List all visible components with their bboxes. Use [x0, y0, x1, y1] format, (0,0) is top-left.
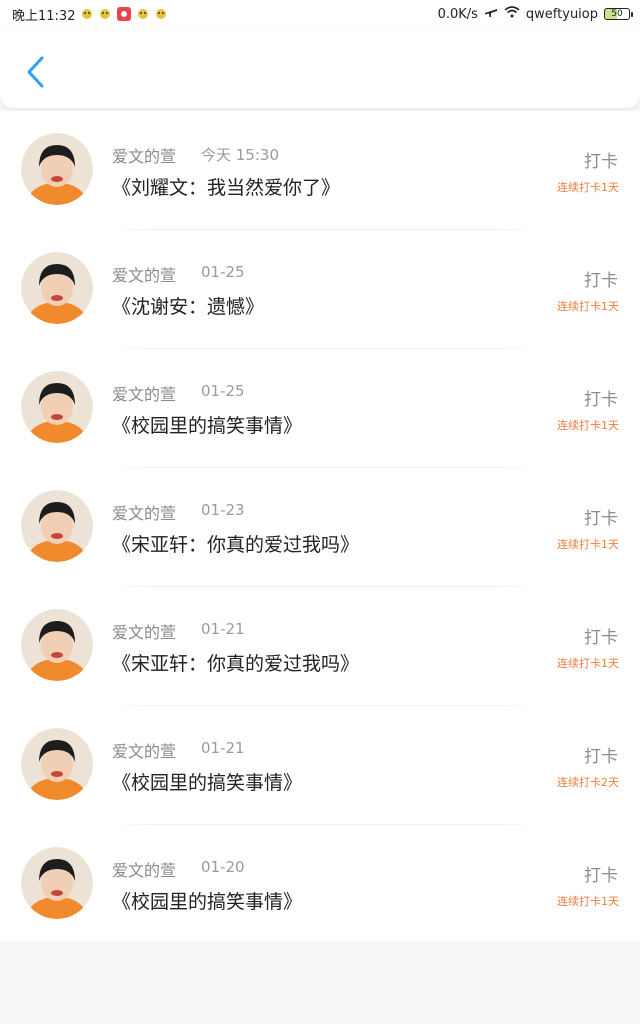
status-bar-left: 晚上11:32 — [12, 5, 167, 24]
notification-icon — [99, 8, 111, 20]
record-date: 01-20 — [201, 858, 245, 876]
list-item[interactable]: 爱文的萱 01-21 《宋亚轩：你真的爱过我吗》 打卡 连续打卡1天 — [0, 587, 640, 706]
wifi-icon — [504, 6, 520, 22]
author-name: 爱文的萱 — [112, 623, 177, 642]
app-notification-icon — [117, 7, 132, 21]
record-date: 01-25 — [201, 382, 245, 400]
book-title: 《校园里的搞笑事情》 — [112, 891, 303, 913]
author-name: 爱文的萱 — [112, 266, 177, 285]
carrier-name: qweftyuiop — [525, 6, 598, 22]
streak-badge: 连续打卡1天 — [557, 657, 619, 670]
battery-level: 50 — [611, 8, 623, 19]
checkin-label: 打卡 — [584, 509, 618, 529]
record-date: 今天 15:30 — [201, 146, 279, 164]
list-item[interactable]: 爱文的萱 01-25 《校园里的搞笑事情》 打卡 连续打卡1天 — [0, 349, 640, 468]
streak-badge: 连续打卡2天 — [557, 776, 619, 789]
checkin-label: 打卡 — [584, 866, 618, 886]
book-title: 《宋亚轩：你真的爱过我吗》 — [112, 653, 360, 675]
avatar[interactable] — [21, 371, 93, 443]
checkin-label: 打卡 — [584, 271, 618, 291]
network-speed: 0.0K/s — [437, 6, 478, 22]
status-bar: 晚上11:32 0.0K/s qweftyuiop 50 — [0, 0, 640, 28]
avatar[interactable] — [21, 728, 93, 800]
list-item[interactable]: 爱文的萱 今天 15:30 《刘耀文：我当然爱你了》 打卡 连续打卡1天 — [0, 111, 640, 230]
book-title: 《刘耀文：我当然爱你了》 — [112, 177, 341, 199]
battery-icon: 50 — [604, 8, 633, 20]
book-title: 《宋亚轩：你真的爱过我吗》 — [112, 534, 360, 556]
book-title: 《沈谢安：遗憾》 — [112, 296, 265, 318]
list-item[interactable]: 爱文的萱 01-20 《校园里的搞笑事情》 打卡 连续打卡1天 — [0, 825, 640, 944]
author-name: 爱文的萱 — [112, 861, 177, 880]
avatar[interactable] — [21, 252, 93, 324]
author-name: 爱文的萱 — [112, 147, 177, 166]
streak-badge: 连续打卡1天 — [557, 895, 619, 908]
list-item[interactable]: 爱文的萱 01-23 《宋亚轩：你真的爱过我吗》 打卡 连续打卡1天 — [0, 468, 640, 587]
author-name: 爱文的萱 — [112, 385, 177, 404]
notification-icon — [155, 8, 167, 20]
checkin-label: 打卡 — [584, 747, 618, 767]
record-date: 01-21 — [201, 620, 245, 638]
status-bar-right: 0.0K/s qweftyuiop 50 — [437, 5, 633, 23]
checkin-label: 打卡 — [584, 152, 618, 172]
checkin-label: 打卡 — [584, 628, 618, 648]
record-date: 01-23 — [201, 501, 245, 519]
book-title: 《校园里的搞笑事情》 — [112, 415, 303, 437]
checkin-label: 打卡 — [584, 390, 618, 410]
streak-badge: 连续打卡1天 — [557, 300, 619, 313]
streak-badge: 连续打卡1天 — [557, 538, 619, 551]
streak-badge: 连续打卡1天 — [557, 419, 619, 432]
avatar[interactable] — [21, 133, 93, 205]
record-date: 01-21 — [201, 739, 245, 757]
back-button[interactable] — [18, 52, 52, 92]
notification-icon — [81, 8, 93, 20]
list-item[interactable]: 爱文的萱 01-25 《沈谢安：遗憾》 打卡 连续打卡1天 — [0, 230, 640, 349]
chevron-left-icon — [27, 56, 44, 88]
header-bar — [0, 28, 640, 108]
avatar[interactable] — [21, 490, 93, 562]
checkin-record-list: 爱文的萱 今天 15:30 《刘耀文：我当然爱你了》 打卡 连续打卡1天 爱文的… — [0, 111, 640, 941]
airplane-icon — [484, 5, 498, 23]
avatar[interactable] — [21, 847, 93, 919]
list-item[interactable]: 爱文的萱 01-21 《校园里的搞笑事情》 打卡 连续打卡2天 — [0, 706, 640, 825]
record-date: 01-25 — [201, 263, 245, 281]
streak-badge: 连续打卡1天 — [557, 181, 619, 194]
book-title: 《校园里的搞笑事情》 — [112, 772, 303, 794]
author-name: 爱文的萱 — [112, 504, 177, 523]
notification-icon — [137, 8, 149, 20]
avatar[interactable] — [21, 609, 93, 681]
author-name: 爱文的萱 — [112, 742, 177, 761]
status-time: 晚上11:32 — [12, 8, 76, 24]
